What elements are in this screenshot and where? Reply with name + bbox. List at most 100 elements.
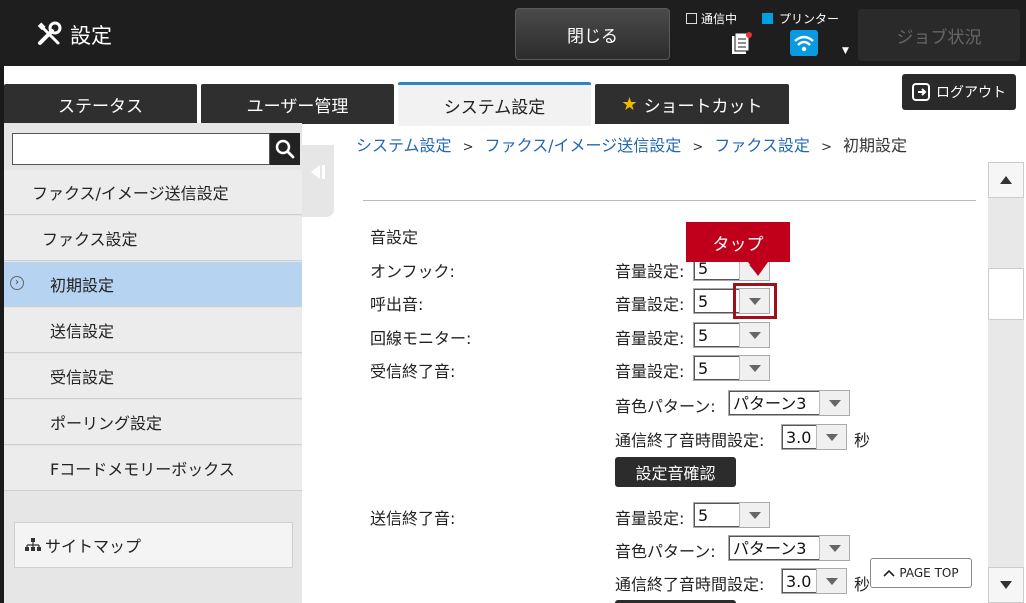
chevron-down-icon: [816, 425, 846, 449]
logout-button[interactable]: ログアウト: [902, 74, 1016, 110]
sidebar-item-label: 初期設定: [50, 276, 115, 295]
breadcrumb-link-fax-settings[interactable]: ファクス設定: [714, 136, 810, 155]
seconds-unit: 秒: [854, 431, 871, 450]
chevron-down-icon: [739, 323, 769, 347]
breadcrumb-separator: >: [692, 140, 704, 155]
line-monitor-label: 回線モニター:: [370, 329, 472, 348]
star-icon: ★: [621, 93, 638, 115]
collapse-left-icon: [311, 165, 325, 179]
volume-label: 音量設定:: [615, 509, 685, 528]
sidebar-collapse-button[interactable]: [302, 145, 334, 217]
comm-indicator-icon: [686, 13, 697, 24]
arrow-up-icon: [1000, 176, 1012, 184]
breadcrumb-separator: >: [820, 140, 832, 155]
status-dropdown-icon: ▼: [842, 46, 849, 56]
chevron-up-icon: [883, 569, 895, 577]
tab-system-settings[interactable]: システム設定: [398, 82, 591, 126]
sitemap-label: サイトマップ: [45, 537, 142, 556]
ring-label: 呼出音:: [370, 295, 424, 314]
scrollbar-track[interactable]: [988, 162, 1024, 603]
close-button[interactable]: 閉じる: [515, 8, 670, 60]
receive-end-pattern-select[interactable]: パターン3: [728, 390, 850, 416]
callout-pointer: [748, 262, 768, 276]
volume-label: 音量設定:: [615, 295, 685, 314]
receive-end-duration-select[interactable]: 3.0: [781, 424, 847, 450]
job-status-button[interactable]: ジョブ状況: [858, 9, 1020, 61]
chevron-down-icon: [816, 569, 846, 593]
sidebar-item-f-code-memory-box[interactable]: Fコードメモリーボックス: [4, 446, 302, 491]
select-value: 5: [694, 356, 739, 380]
scroll-up-button[interactable]: [988, 162, 1024, 198]
chevron-down-icon: [739, 503, 769, 527]
search-input[interactable]: [12, 133, 270, 165]
select-value: 3.0: [782, 569, 816, 593]
sidebar-item-polling-settings[interactable]: ポーリング設定: [4, 400, 302, 445]
send-end-pattern-select[interactable]: パターン3: [728, 535, 850, 561]
status-comm-label: 通信中: [701, 12, 738, 26]
tap-highlight-box: [733, 283, 777, 319]
sidebar-item-label: ポーリング設定: [50, 414, 163, 433]
duration-label: 通信終了音時間設定:: [615, 575, 765, 594]
top-bar: 設定 閉じる 通信中 プリンター ▼ ジョブ状況: [0, 0, 1026, 66]
select-value: 5: [694, 503, 739, 527]
tab-shortcut-label: ショートカット: [643, 96, 763, 117]
seconds-unit: 秒: [854, 575, 871, 594]
search-button[interactable]: [270, 133, 300, 165]
app-title-text: 設定: [70, 24, 112, 48]
sidebar-item-fax-image-send[interactable]: ファクス/イメージ送信設定: [4, 170, 302, 215]
select-value: 5: [694, 323, 739, 347]
tab-user-management-label: ユーザー管理: [246, 96, 349, 117]
scrollbar-thumb[interactable]: [988, 268, 1024, 320]
send-end-duration-select[interactable]: 3.0: [781, 568, 847, 594]
receive-end-label: 受信終了音:: [370, 362, 456, 381]
send-end-volume-select[interactable]: 5: [693, 502, 770, 528]
pattern-label: 音色パターン:: [615, 542, 716, 561]
app-title: 設定: [36, 20, 112, 50]
status-printer-label: プリンター: [779, 12, 840, 26]
sidebar: ファクス/イメージ送信設定 ファクス設定 › 初期設定 送信設定 受信設定 ポー…: [4, 123, 302, 603]
section-title: 音設定: [370, 228, 419, 247]
status-printer: プリンター: [762, 10, 839, 27]
logout-icon: [912, 83, 930, 101]
line-monitor-volume-select[interactable]: 5: [693, 322, 770, 348]
sidebar-item-send-settings[interactable]: 送信設定: [4, 308, 302, 353]
logout-label: ログアウト: [936, 85, 1006, 101]
tab-user-management[interactable]: ユーザー管理: [201, 84, 394, 124]
volume-label: 音量設定:: [615, 329, 685, 348]
select-value: パターン3: [729, 391, 819, 415]
printer-indicator-icon: [762, 13, 773, 24]
sound-check-button[interactable]: 設定音確認: [615, 457, 736, 487]
breadcrumb-link-fax-image-send[interactable]: ファクス/イメージ送信設定: [485, 136, 682, 155]
sitemap-link[interactable]: サイトマップ: [14, 522, 293, 568]
search-icon: [275, 139, 295, 159]
wifi-icon: [790, 30, 818, 56]
scroll-down-button[interactable]: [988, 567, 1024, 603]
sidebar-item-fax-settings[interactable]: ファクス設定: [4, 216, 302, 261]
sidebar-item-label: ファクス設定: [42, 230, 138, 249]
breadcrumb: システム設定 > ファクス/イメージ送信設定 > ファクス設定 > 初期設定: [356, 132, 907, 156]
receive-end-volume-select[interactable]: 5: [693, 355, 770, 381]
sidebar-item-label: ファクス/イメージ送信設定: [32, 184, 229, 203]
tab-status[interactable]: ステータス: [4, 84, 197, 124]
breadcrumb-separator: >: [462, 140, 474, 155]
chevron-down-icon: [819, 536, 849, 560]
tap-callout: タップ: [686, 222, 790, 262]
status-comm: 通信中: [686, 10, 737, 27]
send-end-label: 送信終了音:: [370, 509, 456, 528]
sidebar-item-label: 送信設定: [50, 322, 115, 341]
fax-document-icon: [732, 32, 752, 54]
device-status[interactable]: 通信中 プリンター ▼: [686, 8, 856, 60]
sidebar-item-label: Fコードメモリーボックス: [50, 460, 235, 479]
sidebar-item-receive-settings[interactable]: 受信設定: [4, 354, 302, 399]
tab-shortcut[interactable]: ★ ショートカット: [595, 84, 789, 124]
tools-icon: [37, 21, 62, 45]
tab-system-settings-label: システム設定: [443, 98, 546, 118]
search-box: [12, 133, 300, 165]
tab-status-label: ステータス: [58, 96, 143, 117]
sidebar-item-initial-settings[interactable]: › 初期設定: [4, 262, 302, 307]
breadcrumb-link-system-settings[interactable]: システム設定: [356, 136, 452, 155]
page-top-button[interactable]: PAGE TOP: [870, 558, 972, 588]
select-value: パターン3: [729, 536, 819, 560]
duration-label: 通信終了音時間設定:: [615, 431, 765, 450]
chevron-right-icon: ›: [10, 276, 24, 290]
